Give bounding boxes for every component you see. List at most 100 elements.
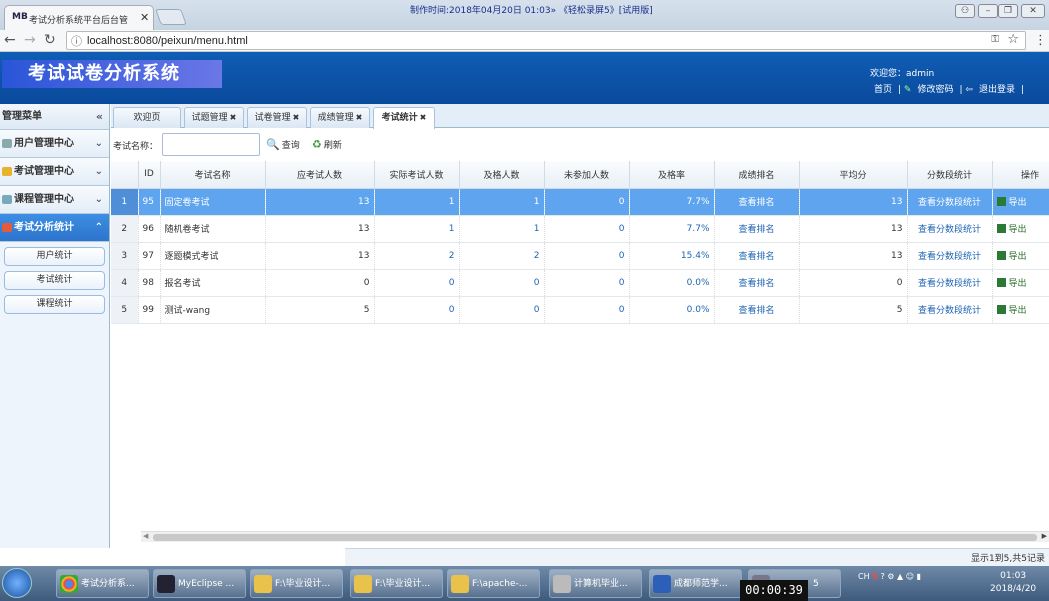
cell-op[interactable]: 导出 [992,269,1049,297]
tab-exam-stats[interactable]: 考试统计 ✖ [373,107,435,129]
sidebar-item-user-stats[interactable]: 用户统计 [4,247,105,266]
help-icon[interactable]: ? [880,572,884,581]
cell-rank[interactable]: 查看排名 [714,215,800,243]
query-button[interactable]: 🔍 查询 [266,138,300,151]
users-icon [2,139,12,148]
sogou-icon[interactable]: S [872,572,878,581]
cell-rank[interactable]: 查看排名 [714,188,800,216]
minimize-button[interactable]: – [978,4,998,18]
language-indicator[interactable]: CH [858,572,870,581]
column-header[interactable]: 实际考试人数 [374,161,460,189]
home-link[interactable]: 首页 [874,85,892,95]
close-icon[interactable]: ✖ [356,113,363,122]
tab-questions[interactable]: 试题管理 ✖ [184,107,244,128]
taskbar-item-chrome[interactable]: 考试分析系... [56,569,149,598]
tab-scores[interactable]: 成绩管理 ✖ [310,107,370,128]
sidebar-group-courses[interactable]: 课程管理中心 ⌄ [0,186,109,214]
cell-passed: 0 [459,269,545,297]
cell-op[interactable]: 导出 [992,296,1049,324]
taskbar-clock[interactable]: 01:03 2018/4/20 [990,570,1036,596]
sidebar-group-analysis[interactable]: 考试分析统计 ⌃ [0,214,109,242]
table-row[interactable]: 4 98 报名考试 0 0 0 0 0.0% 查看排名 0 查看分数段统计 导出 [111,269,1049,297]
taskbar-item-folder-3[interactable]: F:\apache-... [447,569,540,598]
system-tray: CH S ? ⚙ ▲ ☺ ▮ [858,572,921,581]
column-header[interactable]: 分数段统计 [907,161,993,189]
cell-actual: 1 [374,215,460,243]
tab-close-icon[interactable]: ✕ [140,11,149,24]
sidebar-item-course-stats[interactable]: 课程统计 [4,295,105,314]
scroll-left-icon[interactable]: ◀ [143,532,148,540]
close-icon[interactable]: ✖ [293,113,300,122]
cell-op[interactable]: 导出 [992,242,1049,270]
sidebar-item-exam-stats[interactable]: 考试统计 [4,271,105,290]
cell-seg[interactable]: 查看分数段统计 [907,242,993,270]
cell-seg[interactable]: 查看分数段统计 [907,269,993,297]
cell-seg[interactable]: 查看分数段统计 [907,296,993,324]
user-icon[interactable]: ⚇ [955,4,975,18]
cell-seg[interactable]: 查看分数段统计 [907,188,993,216]
reload-icon[interactable]: ↻ [44,32,56,48]
collapse-sidebar-icon[interactable]: « [96,104,103,130]
cell-seg[interactable]: 查看分数段统计 [907,215,993,243]
column-header[interactable]: 考试名称 [160,161,266,189]
sidebar-group-exams[interactable]: 考试管理中心 ⌄ [0,158,109,186]
table-row[interactable]: 1 95 固定卷考试 13 1 1 0 7.7% 查看排名 13 查看分数段统计 导出 [111,188,1049,216]
column-header[interactable]: 操作 [992,161,1049,189]
network-icon[interactable]: ▮ [917,572,921,581]
scrollbar-thumb[interactable] [153,534,1037,541]
info-icon[interactable]: ⓘ [71,33,82,49]
excel-export-icon [996,305,1006,314]
cell-rank[interactable]: 查看排名 [714,296,800,324]
cell-absent: 0 [544,188,630,216]
table-row[interactable]: 2 96 随机卷考试 13 1 1 0 7.7% 查看排名 13 查看分数段统计 导出 [111,215,1049,243]
logout-link[interactable]: 退出登录 [979,85,1015,95]
cell-op[interactable]: 导出 [992,215,1049,243]
new-tab-button[interactable] [155,9,187,25]
tab-papers[interactable]: 试卷管理 ✖ [247,107,307,128]
taskbar-item-word[interactable]: 成都师范学... [649,569,742,598]
maximize-button[interactable]: ❐ [998,4,1018,18]
close-icon[interactable]: ✖ [230,113,237,122]
qq-icon[interactable]: ☺ [906,572,914,581]
column-header[interactable]: 未参加人数 [544,161,630,189]
cell-rate: 7.7% [629,215,715,243]
pencil-icon: ✎ [903,85,912,95]
column-header [111,161,139,189]
table-row[interactable]: 3 97 逐题模式考试 13 2 2 0 15.4% 查看排名 13 查看分数段统计 导出 [111,242,1049,270]
column-header[interactable]: 应考试人数 [265,161,375,189]
change-password-link[interactable]: 修改密码 [917,85,953,95]
column-header[interactable]: ID [138,161,161,189]
tray-settings-icon[interactable]: ⚙ [887,572,894,581]
forward-icon[interactable]: → [24,32,36,48]
taskbar-item-app[interactable]: 计算机毕业... [549,569,642,598]
taskbar-item-myeclipse[interactable]: MyEclipse ... [153,569,246,598]
cell-op[interactable]: 导出 [992,188,1049,216]
table-row[interactable]: 5 99 测试-wang 5 0 0 0 0.0% 查看排名 5 查看分数段统计 导出 [111,296,1049,324]
sidebar-group-users[interactable]: 用户管理中心 ⌄ [0,130,109,158]
horizontal-scrollbar[interactable]: ◀ ▶ [141,531,1049,542]
key-icon[interactable]: ⚿ [991,34,999,45]
cell-expected: 13 [265,242,375,270]
taskbar-item-folder-2[interactable]: F:\毕业设计... [350,569,443,598]
back-icon[interactable]: ← [4,32,16,48]
column-header[interactable]: 成绩排名 [714,161,800,189]
refresh-button[interactable]: ♻ 刷新 [312,138,342,151]
url-field[interactable]: ⓘ localhost:8080/peixun/menu.html ⚿ ☆ [66,31,1026,50]
column-header[interactable]: 及格人数 [459,161,545,189]
close-window-button[interactable]: ✕ [1021,4,1045,18]
browser-tab[interactable]: MB 考试分析系统平台后台管 ✕ [4,5,154,30]
cell-rank[interactable]: 查看排名 [714,269,800,297]
exam-name-input[interactable] [162,133,260,156]
scroll-right-icon[interactable]: ▶ [1042,532,1047,540]
column-header[interactable]: 及格率 [629,161,715,189]
cell-rank[interactable]: 查看排名 [714,242,800,270]
chrome-icon [60,575,78,593]
browser-menu-icon[interactable]: ⋮ [1034,33,1047,48]
close-icon[interactable]: ✖ [420,113,427,122]
column-header[interactable]: 平均分 [799,161,908,189]
start-button[interactable] [2,568,32,598]
taskbar-item-folder-1[interactable]: F:\毕业设计... [250,569,343,598]
tab-welcome[interactable]: 欢迎页 [113,107,181,128]
bookmark-star-icon[interactable]: ☆ [1007,32,1019,47]
expand-tray-icon[interactable]: ▲ [897,572,903,581]
